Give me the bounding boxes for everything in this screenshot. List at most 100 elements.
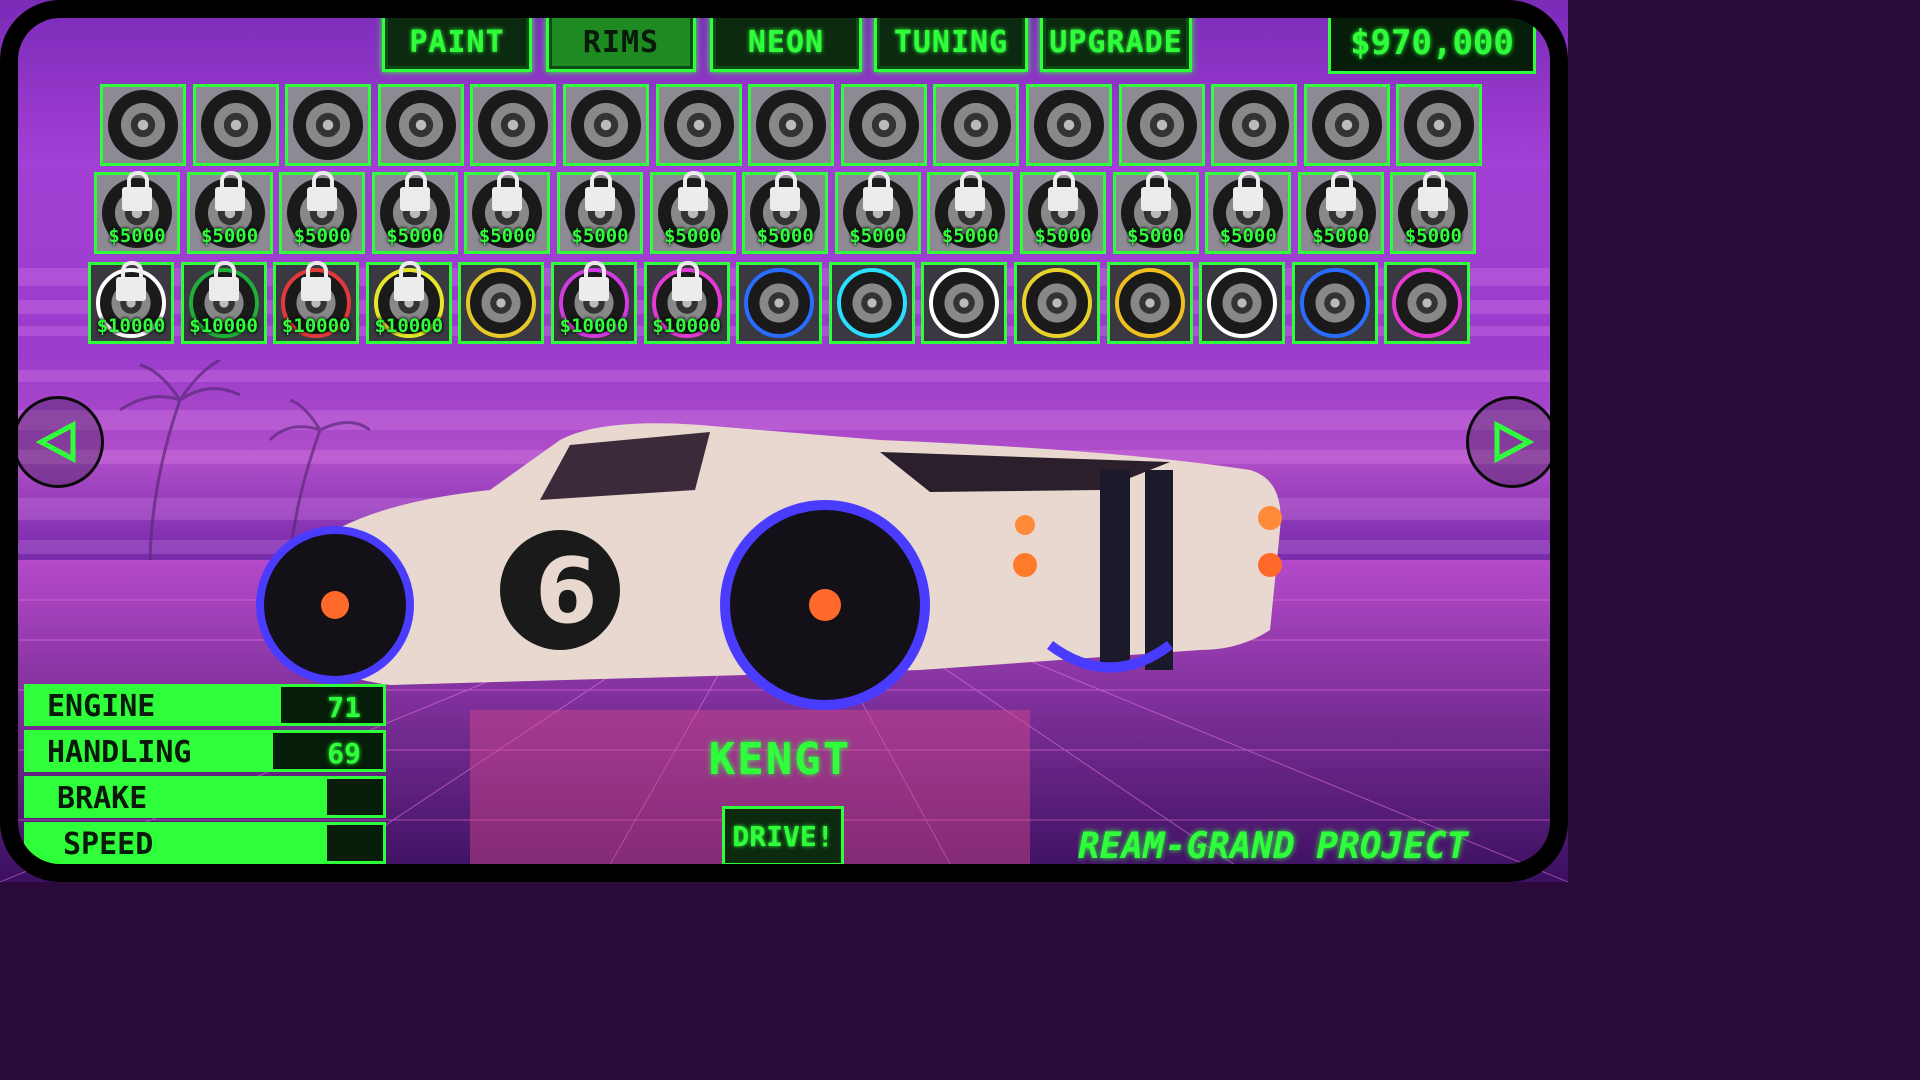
lock-icon [301,261,332,301]
rim-option[interactable] [748,84,835,166]
rim-option[interactable] [1303,84,1390,166]
rim-option[interactable] [1396,84,1483,166]
rim-price: $5000 [1219,225,1277,247]
prev-car-button[interactable] [12,396,104,488]
rim-option[interactable] [563,84,649,166]
lock-icon [214,171,245,211]
lock-icon [671,261,702,301]
rim-option[interactable]: $5000 [1020,171,1106,254]
wheel-icon [941,90,1012,160]
rim-option[interactable]: $5000 [834,171,921,254]
wheel-icon [1022,268,1092,338]
wheel-icon [200,90,271,160]
rim-option[interactable] [458,262,545,344]
rim-price: $10000 [559,315,629,337]
wheel-icon [1392,268,1463,338]
rim-price: $5000 [386,225,444,247]
rim-option[interactable]: $5000 [1390,171,1477,254]
rim-option[interactable] [1026,84,1112,166]
stat-label: SPEED [63,827,154,862]
car-kengt: 6 [256,423,1282,710]
rim-option[interactable]: $5000 [742,171,829,254]
lock-icon [862,171,893,211]
tab-neon[interactable]: NEON [710,12,862,72]
lock-icon [122,171,152,211]
rim-price: $10000 [189,315,258,337]
rim-option[interactable] [100,84,186,166]
rim-price: $5000 [1404,225,1462,247]
rim-option[interactable]: $5000 [1205,171,1292,254]
money-display: $970,000 [1328,12,1536,74]
rim-option[interactable] [1384,262,1471,344]
lock-icon [116,261,146,301]
rim-option[interactable] [655,84,742,166]
rim-option[interactable]: $10000 [180,261,267,344]
rim-option[interactable] [377,84,464,166]
wheel-icon [756,90,827,160]
rim-option[interactable]: $5000 [94,171,180,254]
rim-option[interactable] [828,262,915,344]
rim-option[interactable]: $5000 [649,171,736,254]
rim-option[interactable] [1291,262,1378,344]
rim-option[interactable]: $5000 [464,171,551,254]
tab-rims[interactable]: RIMS [546,12,696,72]
lock-icon [399,171,430,211]
lock-icon [208,261,239,301]
stat-value: 71 [327,691,361,724]
rim-price: $10000 [96,315,166,337]
wheel-icon [108,90,178,160]
rim-option[interactable]: $10000 [88,261,174,344]
rim-option[interactable] [1118,84,1205,166]
lock-icon [677,171,708,211]
svg-text:6: 6 [535,539,598,644]
stat-label: BRAKE [57,781,148,816]
tab-tuning[interactable]: TUNING [874,12,1028,72]
wheel-icon [571,90,641,160]
rim-option[interactable]: $5000 [1112,171,1199,254]
next-car-button[interactable] [1466,396,1558,488]
tab-upgrade[interactable]: UPGRADE [1040,12,1192,72]
wheel-icon [1126,90,1197,160]
rim-option[interactable]: $10000 [365,261,452,344]
rim-option[interactable] [285,84,372,166]
lock-icon [1233,171,1264,211]
rim-price: $5000 [1126,225,1185,247]
rim-option[interactable] [192,84,279,166]
tab-paint[interactable]: PAINT [382,12,532,72]
rim-option[interactable]: $5000 [1297,171,1384,254]
rim-option[interactable] [933,84,1020,166]
rim-option[interactable] [1106,262,1193,344]
rim-option[interactable]: $10000 [643,261,730,344]
stat-engine: ENGINE 71 [24,684,386,726]
lock-icon [393,261,424,301]
stat-label: ENGINE [47,689,156,724]
rim-price: $10000 [374,315,444,337]
wheel-icon [1034,90,1104,160]
rim-price: $5000 [663,225,722,247]
rim-option[interactable] [736,262,823,344]
lock-icon [307,171,338,211]
rim-price: $5000 [571,225,629,247]
lock-icon [955,171,986,211]
rim-option[interactable]: $5000 [557,171,643,254]
rim-option[interactable] [1014,262,1100,344]
stat-value: 87 [327,783,361,816]
rim-option[interactable]: $5000 [927,171,1014,254]
rim-option[interactable] [470,84,557,166]
wheel-icon [1311,90,1382,160]
drive-button[interactable]: DRIVE! [722,806,844,866]
rim-price: $5000 [1034,225,1092,247]
rim-option[interactable]: $5000 [186,171,273,254]
rim-option[interactable] [1199,262,1286,344]
rim-option[interactable]: $5000 [371,171,458,254]
rim-option[interactable] [921,262,1008,344]
stat-handling: HANDLING 69 [24,730,386,772]
rim-option[interactable]: $5000 [279,171,366,254]
rim-option[interactable] [1211,84,1298,166]
arrow-left-icon [35,420,76,464]
stat-speed: SPEED 87 [24,822,386,864]
rim-option[interactable] [840,84,927,166]
wheel-icon [1404,90,1475,160]
rim-option[interactable]: $10000 [273,261,360,344]
rim-option[interactable]: $10000 [551,261,637,344]
